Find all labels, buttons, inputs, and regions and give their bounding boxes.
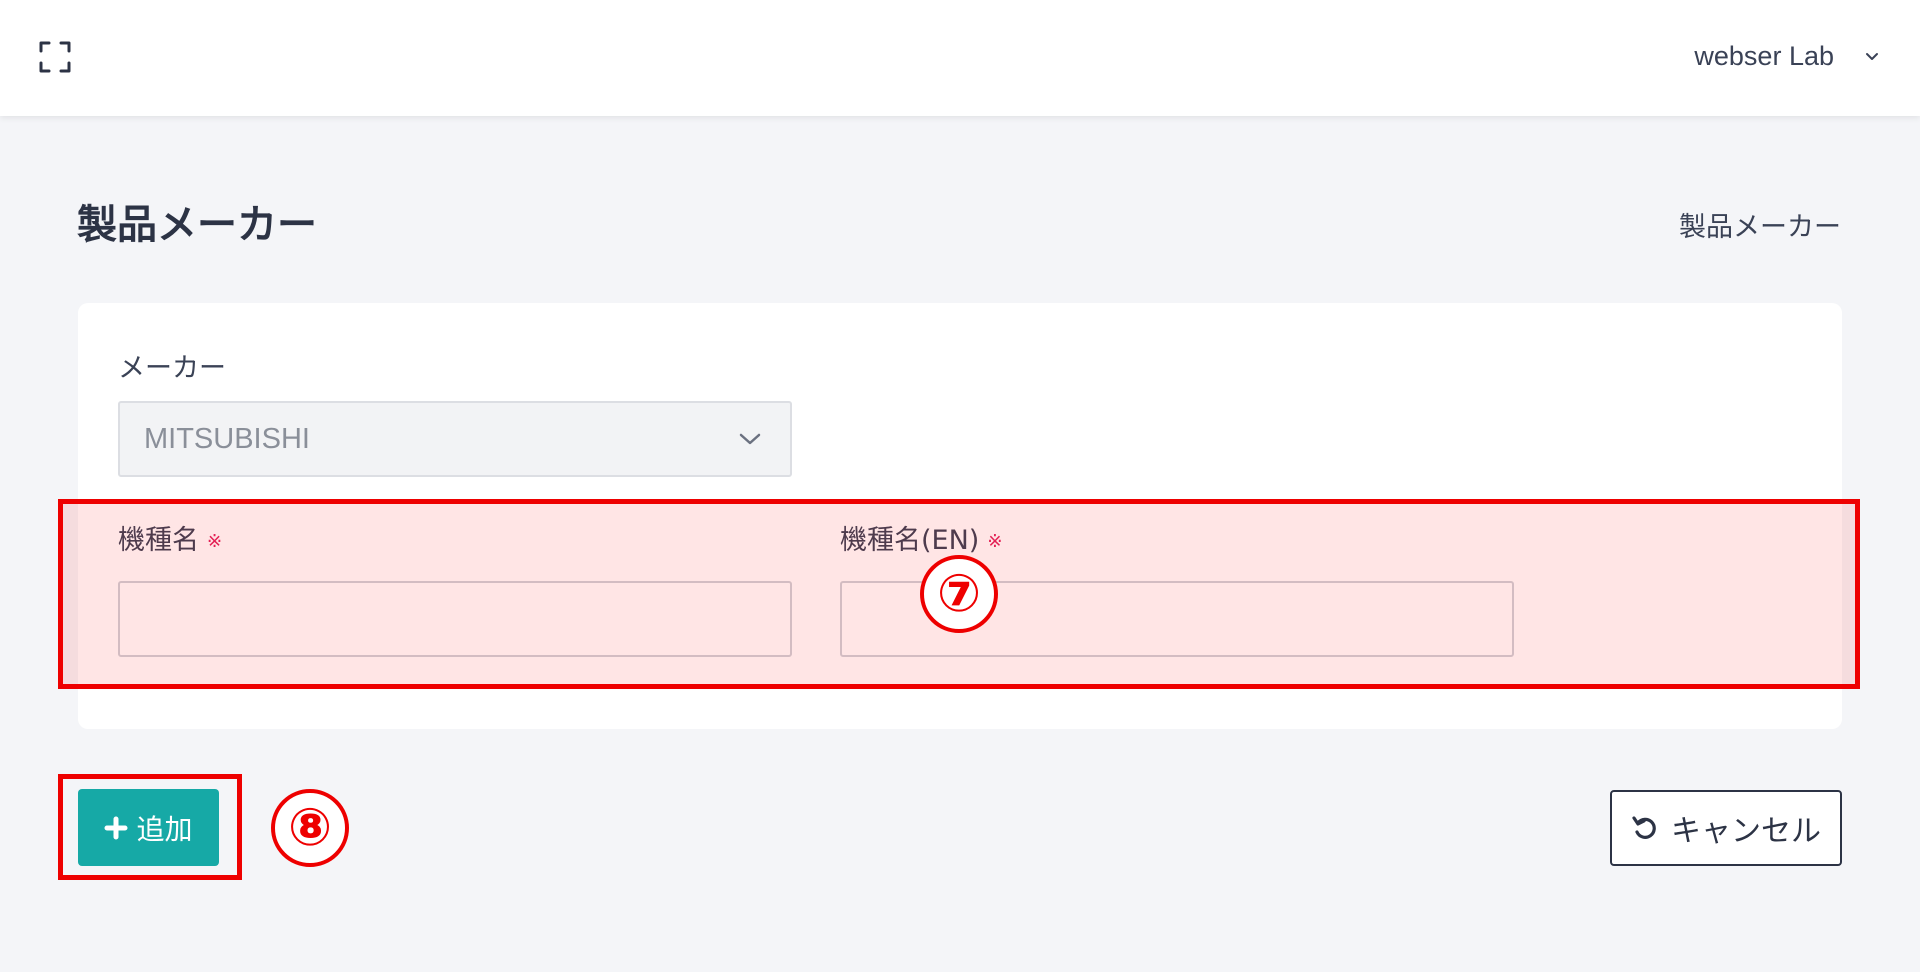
chevron-down-icon — [739, 433, 761, 445]
model-name-input[interactable] — [118, 581, 792, 657]
model-name-label-text: 機種名 — [118, 525, 199, 556]
fullscreen-icon[interactable] — [38, 40, 72, 74]
maker-select[interactable]: MITSUBISHI — [118, 401, 792, 477]
annotation-marker-7: ⑦ — [920, 555, 998, 633]
page-title: 製品メーカー — [77, 202, 317, 248]
model-name-label: 機種名 ※ — [118, 518, 222, 557]
add-button[interactable]: 追加 — [78, 789, 219, 866]
maker-select-value: MITSUBISHI — [144, 422, 310, 455]
required-mark: ※ — [207, 531, 223, 552]
form-card — [78, 303, 1842, 729]
model-name-en-label-text: 機種名(EN) — [840, 525, 980, 556]
annotation-marker-8: ⑧ — [271, 789, 349, 867]
user-name: webser Lab — [1694, 40, 1834, 71]
add-button-label: 追加 — [136, 813, 193, 845]
undo-icon — [1632, 816, 1656, 839]
top-bar: webser Lab — [0, 0, 1920, 116]
cancel-button-label: キャンセル — [1671, 815, 1821, 848]
user-menu[interactable]: webser Lab — [1694, 36, 1880, 76]
maker-label: メーカー — [118, 353, 226, 384]
cancel-button[interactable]: キャンセル — [1610, 790, 1842, 866]
chevron-down-icon — [1866, 53, 1878, 60]
model-name-en-label: 機種名(EN) ※ — [840, 518, 1002, 557]
required-mark: ※ — [987, 531, 1003, 552]
plus-icon — [104, 816, 128, 839]
breadcrumb[interactable]: 製品メーカー — [1679, 205, 1841, 244]
